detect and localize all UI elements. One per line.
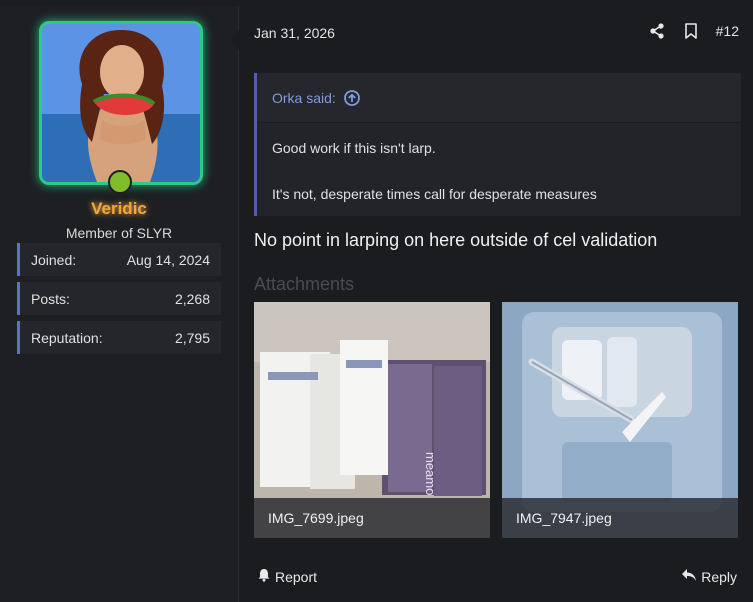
- report-label: Report: [275, 568, 318, 585]
- user-title: Member of SLYR: [65, 225, 173, 241]
- stat-label: Posts:: [31, 290, 70, 307]
- attachment-thumbnail[interactable]: meamo IMG_7699.jpeg: [254, 302, 490, 538]
- quote-line: It's not, desperate times call for despe…: [272, 186, 597, 202]
- arrow-up-circle-icon[interactable]: [343, 89, 360, 106]
- quote-header: Orka said:: [257, 73, 741, 123]
- attachment-filename[interactable]: IMG_7699.jpeg: [254, 498, 490, 538]
- report-button[interactable]: Report: [257, 568, 317, 585]
- stat-label: Joined:: [31, 251, 77, 268]
- stat-reputation: Reputation: 2,795: [17, 321, 221, 354]
- attachments-heading: Attachments: [254, 274, 355, 294]
- stat-label: Reputation:: [31, 329, 103, 346]
- svg-text:meamo: meamo: [423, 452, 438, 495]
- reply-label: Reply: [701, 568, 737, 585]
- stat-value: Aug 14, 2024: [126, 251, 210, 268]
- post-main: Jan 31, 2026 #12 Orka said: Good work if…: [239, 6, 753, 602]
- stat-posts: Posts: 2,268: [17, 282, 221, 315]
- reply-button[interactable]: Reply: [681, 568, 737, 585]
- attachment-filename[interactable]: IMG_7947.jpeg: [502, 498, 738, 538]
- quote-line: Good work if this isn't larp.: [272, 140, 436, 156]
- user-panel: Veridic Member of SLYR Joined: Aug 14, 2…: [0, 6, 239, 602]
- stat-value: 2,268: [174, 290, 210, 307]
- share-icon[interactable]: [648, 22, 666, 40]
- post-actions: #12: [648, 22, 739, 40]
- stat-value: 2,795: [174, 329, 210, 346]
- post-arrow: [229, 30, 239, 50]
- avatar[interactable]: [39, 21, 203, 185]
- online-status-indicator: [108, 170, 132, 194]
- quote-author[interactable]: Orka said:: [272, 90, 336, 106]
- post-number-link[interactable]: #12: [716, 23, 739, 39]
- post-date[interactable]: Jan 31, 2026: [254, 25, 335, 41]
- attachment-thumbnail[interactable]: IMG_7947.jpeg: [502, 302, 738, 538]
- quote-block: Orka said: Good work if this isn't larp.…: [254, 73, 741, 216]
- bell-icon: [257, 568, 271, 585]
- forum-post: Veridic Member of SLYR Joined: Aug 14, 2…: [0, 0, 753, 602]
- reply-icon: [681, 568, 697, 585]
- username[interactable]: Veridic: [0, 199, 238, 219]
- quote-content: Good work if this isn't larp. It's not, …: [257, 123, 741, 219]
- stat-joined: Joined: Aug 14, 2024: [17, 243, 221, 276]
- bookmark-icon[interactable]: [682, 22, 700, 40]
- avatar-image: [42, 24, 200, 182]
- post-body-text: No point in larping on here outside of c…: [254, 230, 658, 250]
